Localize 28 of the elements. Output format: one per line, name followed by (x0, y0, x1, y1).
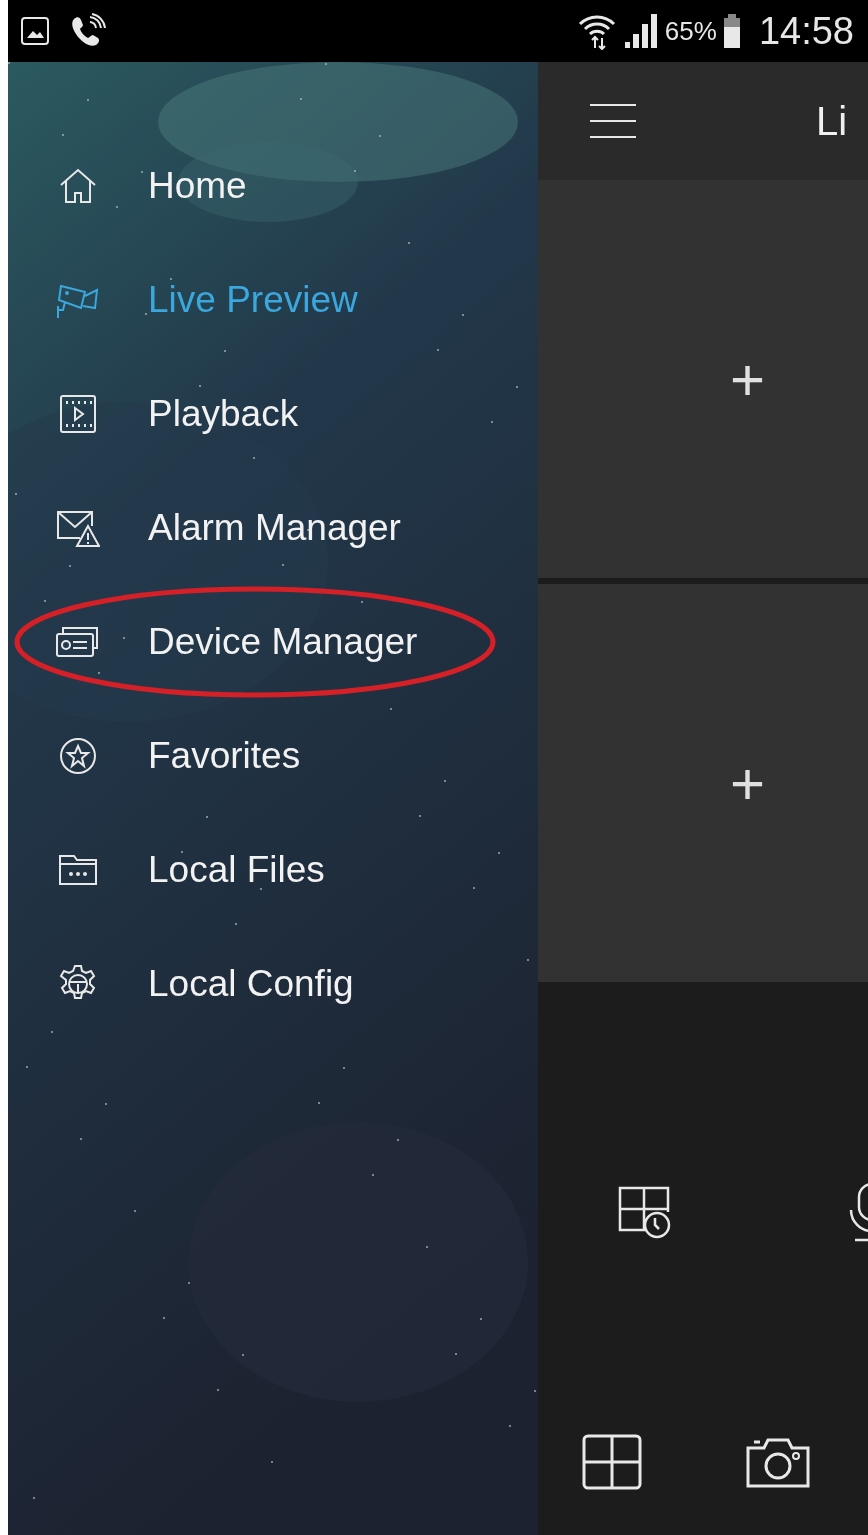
wifi-icon (576, 12, 617, 50)
menu-item[interactable]: Local Config (8, 958, 538, 1010)
film-icon (59, 394, 97, 434)
battery-icon (722, 14, 741, 48)
battery-percentage: 65% (664, 15, 717, 47)
clock-time: 14:58 (758, 9, 854, 53)
add-channel-button[interactable]: + (730, 344, 766, 414)
snapshot-icon[interactable] (746, 1436, 810, 1488)
menu-item[interactable]: Favorites (8, 730, 538, 782)
menu-item[interactable]: Local Files (8, 844, 538, 896)
signal-icon (622, 12, 659, 50)
gallery-icon (20, 16, 50, 46)
menu-item[interactable]: Device Manager (8, 616, 538, 668)
menu-item[interactable]: Playback (8, 388, 538, 440)
grid-clock-icon[interactable] (616, 1184, 672, 1240)
menu-icon[interactable] (588, 101, 638, 141)
video-tile[interactable]: + (538, 180, 868, 578)
menu-item[interactable]: Home (8, 160, 538, 212)
screen-title: Li (816, 98, 848, 144)
mail-warning-icon (56, 508, 100, 548)
device-icon (55, 624, 101, 660)
menu-item[interactable]: Live Preview (8, 274, 538, 326)
grid-icon[interactable] (582, 1434, 642, 1490)
menu-item[interactable]: Alarm Manager (8, 502, 538, 554)
video-tile[interactable]: + (538, 584, 868, 982)
folder-icon (58, 852, 98, 888)
home-icon (58, 168, 98, 204)
add-channel-button[interactable]: + (730, 748, 766, 818)
